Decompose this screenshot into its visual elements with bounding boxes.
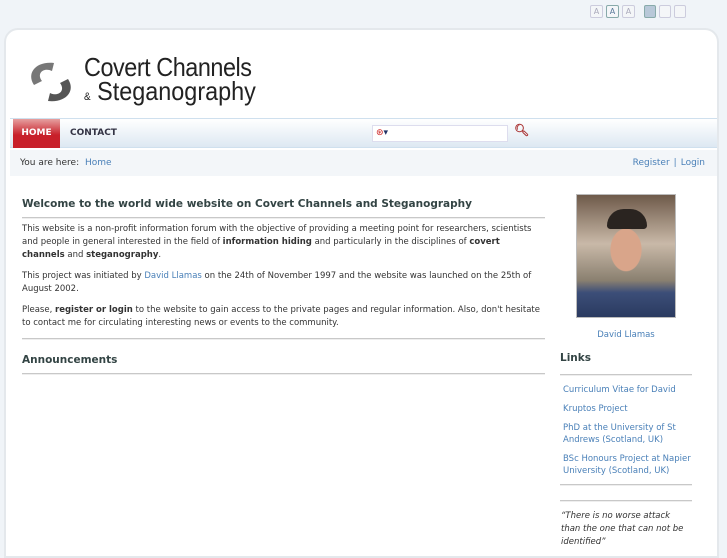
login-paragraph: Please, register or login to the website…	[22, 305, 540, 328]
sidebar: David Llamas Links Curriculum Vitae for …	[560, 194, 692, 549]
font-large-button[interactable]: A	[622, 5, 635, 18]
page-title: Welcome to the world wide website on Cov…	[22, 198, 472, 210]
links-list: Curriculum Vitae for David Kruptos Proje…	[560, 384, 692, 477]
divider	[560, 500, 692, 502]
logo-line2: Steganography	[97, 76, 256, 106]
breadcrumb-home[interactable]: Home	[85, 150, 112, 176]
font-small-button[interactable]: A	[590, 5, 603, 18]
link-cv[interactable]: Curriculum Vitae for David	[563, 385, 676, 395]
font-medium-button[interactable]: A	[606, 5, 619, 18]
width-medium-button[interactable]	[659, 5, 671, 18]
register-login-text: register or login	[55, 305, 133, 315]
david-llamas-link[interactable]: David Llamas	[144, 271, 201, 281]
profile-photo	[576, 194, 676, 318]
breadcrumb: You are here: Home Register | Login	[10, 150, 717, 176]
link-kruptos[interactable]: Kruptos Project	[563, 404, 628, 414]
display-toolbar: A A A	[590, 5, 686, 18]
divider	[22, 217, 545, 219]
history-paragraph: This project was initiated by David Llam…	[22, 271, 532, 294]
intro-paragraph: This website is a non-profit information…	[22, 224, 532, 260]
divider	[22, 373, 545, 375]
page-container: Covert Channels & Steganography HOME CON…	[4, 28, 719, 558]
quote: “There is no worse attack than the one t…	[561, 511, 684, 547]
divider	[560, 484, 692, 486]
links-heading: Links	[560, 352, 591, 364]
width-wide-button[interactable]	[674, 5, 686, 18]
search-options-icon[interactable]: ⊛▾	[376, 128, 388, 138]
link-phd[interactable]: PhD at the University of St Andrews (Sco…	[563, 423, 676, 445]
announcements-heading: Announcements	[22, 354, 118, 366]
register-link[interactable]: Register	[633, 158, 670, 168]
main-nav: HOME CONTACT ⊛▾ 🔍︎	[10, 118, 717, 148]
breadcrumb-label: You are here:	[20, 158, 80, 168]
site-logo[interactable]: Covert Channels & Steganography	[26, 54, 275, 109]
logo-amp: &	[84, 91, 91, 103]
link-bsc[interactable]: BSc Honours Project at Napier University…	[563, 454, 691, 476]
divider	[560, 374, 692, 376]
logo-icon	[31, 62, 71, 102]
nav-contact[interactable]: CONTACT	[70, 119, 117, 148]
divider	[22, 338, 545, 340]
width-narrow-button[interactable]	[644, 5, 656, 18]
nav-home[interactable]: HOME	[13, 119, 60, 148]
search-input[interactable]: ⊛▾	[372, 125, 508, 142]
photo-caption-link[interactable]: David Llamas	[597, 330, 654, 340]
login-link[interactable]: Login	[681, 158, 705, 168]
search-icon[interactable]: 🔍︎	[514, 123, 529, 137]
separator: |	[673, 158, 677, 168]
main-content: Welcome to the world wide website on Cov…	[22, 198, 545, 379]
